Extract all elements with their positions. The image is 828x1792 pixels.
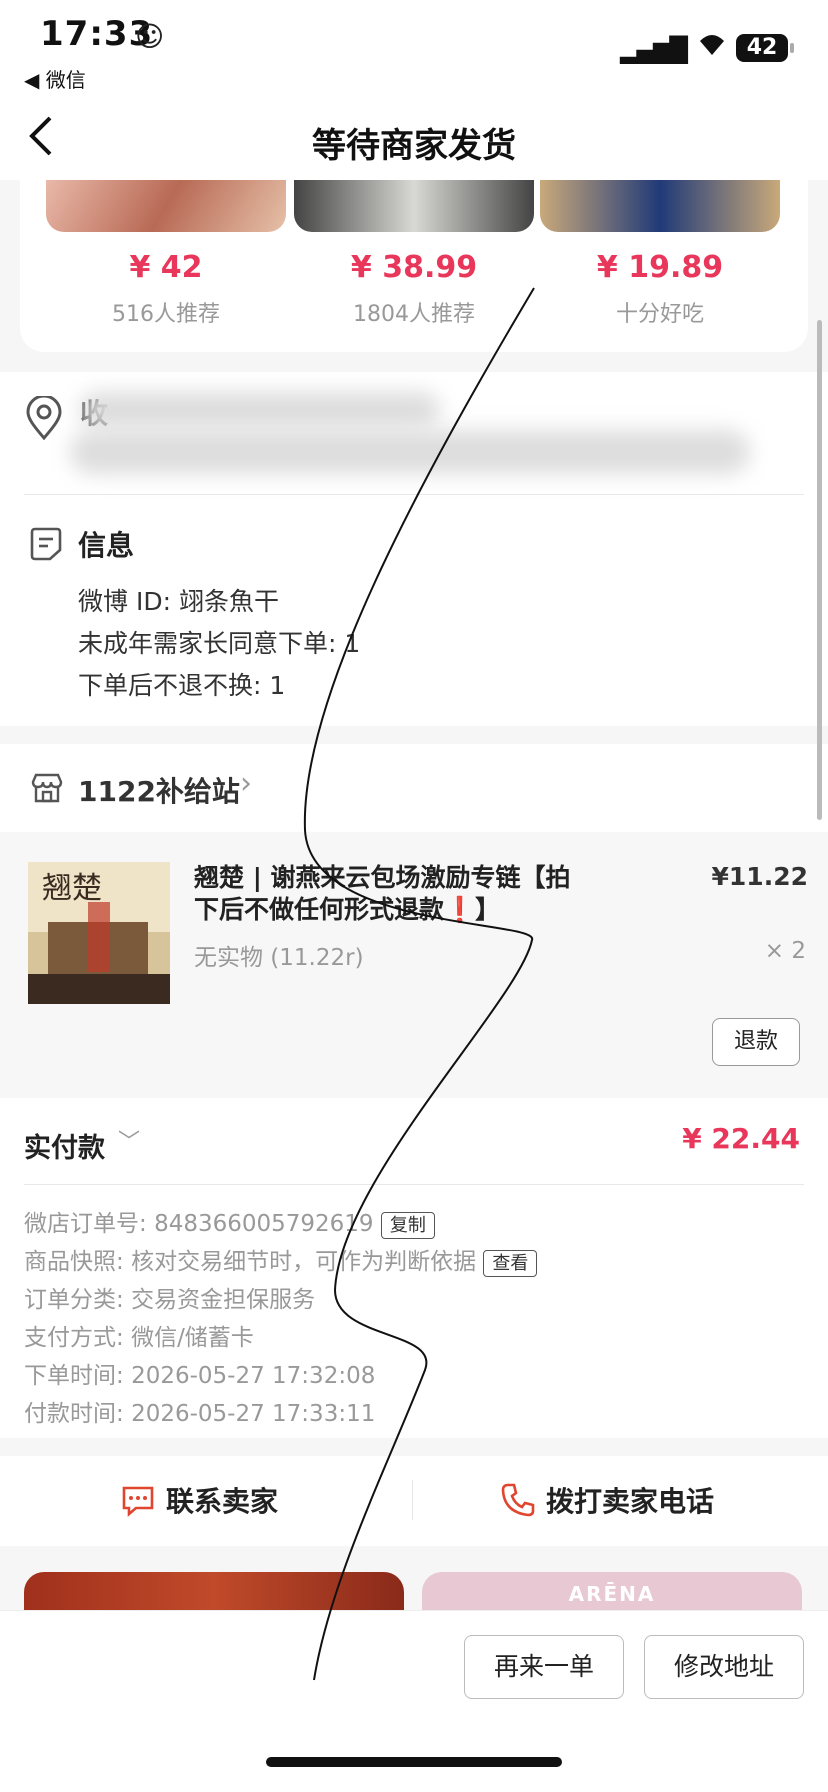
shop-name[interactable]: 1122补给站 [78, 770, 240, 810]
rec-price-3: ¥ 19.89 [596, 250, 724, 285]
rec-sub-3: 十分好吃 [615, 302, 704, 327]
cellular-signal-icon: ▂▄▆█ [620, 36, 688, 64]
rec-image-1[interactable] [46, 180, 286, 232]
rec-price-2: ¥ 38.99 [350, 250, 478, 285]
snapshot-row: 商品快照: 核对交易细节时，可作为判断依据 查看 [24, 1242, 538, 1277]
chat-icon [122, 1486, 154, 1517]
status-bar: 17:33 ☺ ◀ 微信 ▂▄▆█ 42 [0, 0, 828, 100]
info-note-icon [30, 527, 62, 561]
chevron-down-icon[interactable]: ﹀ [118, 1124, 140, 1156]
category-label: 订单分类: [24, 1287, 124, 1313]
rec-image-2[interactable] [294, 180, 534, 232]
rec-sub-2: 1804人推荐 [353, 302, 475, 327]
category-row: 订单分类: 交易资金担保服务 [24, 1280, 315, 1314]
refund-button[interactable]: 退款 [712, 1018, 800, 1066]
scrollbar[interactable] [817, 320, 822, 820]
product-item: 翘楚 翘楚 | 谢燕来云包场激励专链【拍下后不做任何形式退款❗】 ¥11.22 … [0, 832, 828, 1098]
recommend-card: ¥ 42 ¥ 38.99 ¥ 19.89 516人推荐 1804人推荐 十分好吃 [20, 180, 808, 352]
order-number: 848366005792619 [154, 1211, 374, 1237]
contact-seller-label: 联系卖家 [166, 1485, 279, 1518]
info-title: 信息 [78, 529, 135, 562]
location-pin-icon [26, 396, 62, 440]
back-to-app[interactable]: ◀ 微信 [24, 64, 86, 93]
feed-card-2[interactable]: ARĒNA [422, 1572, 802, 1612]
product-title[interactable]: 翘楚 | 谢燕来云包场激励专链【拍下后不做任何形式退款❗】 [194, 862, 594, 926]
paid-amount-label[interactable]: 实付款 [24, 1126, 105, 1165]
divider [24, 494, 804, 495]
back-app-label: 微信 [45, 68, 86, 92]
call-seller-button[interactable]: 拨打卖家电话 [500, 1480, 714, 1520]
chevron-right-icon: › [240, 766, 252, 801]
smile-icon: ☺ [135, 20, 165, 53]
product-spec: 无实物 (11.22r) [194, 945, 364, 971]
order-time-value: 2026-05-27 17:32:08 [131, 1363, 376, 1389]
view-snapshot-button[interactable]: 查看 [483, 1250, 538, 1277]
product-price: ¥11.22 [711, 862, 808, 891]
payment-method-value: 微信/储蓄卡 [131, 1325, 254, 1351]
payment-method-label: 支付方式: [24, 1325, 124, 1351]
home-indicator[interactable] [266, 1757, 562, 1767]
pay-time-value: 2026-05-27 17:33:11 [131, 1401, 376, 1427]
divider [412, 1480, 413, 1520]
bottom-action-bar: 再来一单 修改地址 [0, 1610, 828, 1792]
pay-time-label: 付款时间: [24, 1401, 124, 1427]
order-number-row: 微店订单号: 848366005792619 复制 [24, 1204, 435, 1239]
order-time-row: 下单时间: 2026-05-27 17:32:08 [24, 1356, 375, 1390]
address-redacted-name[interactable] [80, 392, 440, 428]
copy-button[interactable]: 复制 [380, 1212, 435, 1239]
snapshot-label: 商品快照: [24, 1249, 124, 1275]
product-image[interactable]: 翘楚 [28, 862, 170, 1004]
payment-method-row: 支付方式: 微信/储蓄卡 [24, 1318, 254, 1352]
info-weibo-id: 微博 ID: 翊条魚干 [78, 587, 279, 616]
page-title: 等待商家发货 [312, 126, 516, 166]
rec-image-3[interactable] [540, 180, 780, 232]
call-seller-label: 拨打卖家电话 [546, 1485, 715, 1518]
contact-seller-button[interactable]: 联系卖家 [120, 1480, 278, 1520]
pay-time-row: 付款时间: 2026-05-27 17:33:11 [24, 1394, 375, 1428]
order-time-label: 下单时间: [24, 1363, 124, 1389]
snapshot-text: 核对交易细节时，可作为判断依据 [131, 1249, 477, 1275]
category-value: 交易资金担保服务 [131, 1287, 316, 1313]
info-minor-consent: 未成年需家长同意下单: 1 [78, 629, 361, 658]
product-quantity: × 2 [764, 938, 806, 964]
svg-text:翘楚: 翘楚 [42, 871, 102, 906]
rec-sub-1: 516人推荐 [112, 302, 220, 327]
feed-card-1[interactable] [24, 1572, 404, 1612]
divider [24, 1184, 804, 1185]
info-no-return: 下单后不退不换: 1 [78, 671, 286, 700]
rec-price-1: ¥ 42 [129, 250, 203, 285]
paid-amount: ¥ 22.44 [682, 1122, 800, 1155]
battery-icon: 42 [736, 34, 794, 62]
nav-bar: 等待商家发货 [0, 100, 828, 180]
order-number-label: 微店订单号: [24, 1211, 147, 1237]
edit-address-button[interactable]: 修改地址 [644, 1635, 804, 1699]
reorder-button[interactable]: 再来一单 [464, 1635, 624, 1699]
shop-icon [31, 773, 63, 803]
phone-icon [501, 1483, 535, 1517]
wifi-icon [696, 30, 728, 65]
address-redacted-detail[interactable] [70, 430, 750, 474]
